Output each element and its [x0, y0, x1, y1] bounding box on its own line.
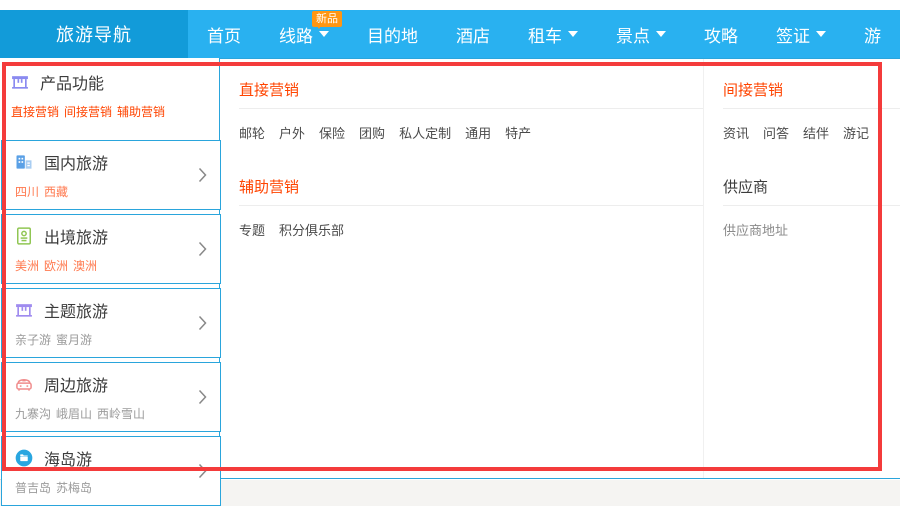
menu-link[interactable]: 问答 — [763, 123, 789, 142]
menu-link[interactable]: 游记 — [843, 123, 869, 142]
car-icon — [14, 374, 34, 394]
sidebar-sublink[interactable]: 亲子游 — [15, 331, 51, 348]
nav-item-label: 酒店 — [456, 22, 490, 47]
sidebar-sublink[interactable]: 西岭雪山 — [97, 405, 145, 422]
nav-item-label: 游 — [864, 22, 881, 47]
menu-link[interactable]: 结伴 — [803, 123, 829, 142]
chevron-right-icon — [198, 464, 207, 479]
section-indirect-marketing: 间接营销 资讯 问答 结伴 游记 — [723, 79, 900, 142]
section-links: 资讯 问答 结伴 游记 — [723, 109, 900, 142]
sidebar-item-title: 海岛游 — [44, 446, 92, 470]
brand-title: 旅游导航 — [0, 10, 188, 58]
menu-link[interactable]: 供应商地址 — [723, 220, 788, 239]
caret-down-icon — [816, 31, 826, 37]
nav-item-label: 景点 — [616, 22, 650, 47]
mega-menu-panel: 直接营销 邮轮 户外 保险 团购 私人定制 通用 特产 辅助营销 专题 积分俱乐… — [219, 58, 900, 479]
sidebar-sublink[interactable]: 间接营销 — [64, 103, 112, 120]
nav-menu: 首页 线路 新品 目的地 酒店 租车 景点 攻略 签证 游 — [188, 10, 900, 58]
chevron-right-icon — [198, 390, 207, 405]
bridge-icon — [10, 72, 30, 92]
nav-item-hotels[interactable]: 酒店 — [437, 10, 509, 58]
nav-item-label: 目的地 — [367, 22, 418, 47]
nav-item-car-rental[interactable]: 租车 — [509, 10, 597, 58]
nav-item-label: 线路 — [279, 22, 313, 47]
nav-item-guides[interactable]: 攻略 — [685, 10, 757, 58]
sidebar-sublinks: 直接营销 间接营销 辅助营销 — [10, 103, 219, 120]
arch-gate-icon — [14, 300, 34, 320]
section-links: 供应商地址 — [723, 206, 900, 239]
section-links: 邮轮 户外 保险 团购 私人定制 通用 特产 — [239, 109, 703, 142]
sidebar-item-domestic-travel[interactable]: 国内旅游 四川 西藏 — [1, 140, 221, 210]
sidebar-sublink[interactable]: 四川 — [15, 183, 39, 200]
sidebar-sublink[interactable]: 九寨沟 — [15, 405, 51, 422]
menu-link[interactable]: 邮轮 — [239, 123, 265, 142]
section-title: 间接营销 — [723, 79, 900, 109]
sidebar-sublinks: 四川 西藏 — [14, 183, 220, 200]
section-title: 直接营销 — [239, 79, 703, 109]
nav-item-label: 攻略 — [704, 22, 738, 47]
menu-link[interactable]: 积分俱乐部 — [279, 220, 344, 239]
buildings-icon — [14, 152, 34, 172]
nav-item-home[interactable]: 首页 — [188, 10, 260, 58]
sidebar-sublinks: 普吉岛 苏梅岛 — [14, 479, 220, 496]
passport-icon — [14, 226, 34, 246]
caret-down-icon — [568, 31, 578, 37]
panel-left-column: 直接营销 邮轮 户外 保险 团购 私人定制 通用 特产 辅助营销 专题 积分俱乐… — [220, 59, 704, 478]
menu-link[interactable]: 资讯 — [723, 123, 749, 142]
new-badge: 新品 — [312, 11, 342, 27]
caret-down-icon — [656, 31, 666, 37]
sidebar-item-nearby-travel[interactable]: 周边旅游 九寨沟 峨眉山 西岭雪山 — [1, 362, 221, 432]
menu-link[interactable]: 户外 — [279, 123, 305, 142]
panel-right-column: 间接营销 资讯 问答 结伴 游记 供应商 供应商地址 — [704, 59, 900, 478]
category-sidebar: 产品功能 直接营销 间接营销 辅助营销 国内旅游 — [0, 58, 219, 480]
section-auxiliary-marketing: 辅助营销 专题 积分俱乐部 — [239, 176, 703, 239]
sidebar-sublink[interactable]: 欧洲 — [44, 257, 68, 274]
sidebar-item-title: 国内旅游 — [44, 150, 108, 174]
sidebar-sublink[interactable]: 辅助营销 — [117, 103, 165, 120]
section-title: 供应商 — [723, 176, 900, 206]
menu-link[interactable]: 保险 — [319, 123, 345, 142]
menu-link[interactable]: 特产 — [505, 123, 531, 142]
sidebar-sublink[interactable]: 澳洲 — [73, 257, 97, 274]
sidebar-sublink[interactable]: 苏梅岛 — [56, 479, 92, 496]
section-links: 专题 积分俱乐部 — [239, 206, 703, 239]
sidebar-item-island-travel[interactable]: 海岛游 普吉岛 苏梅岛 — [1, 436, 221, 506]
menu-link[interactable]: 通用 — [465, 123, 491, 142]
menu-link[interactable]: 专题 — [239, 220, 265, 239]
menu-link[interactable]: 团购 — [359, 123, 385, 142]
sidebar-item-title: 产品功能 — [40, 70, 104, 94]
sidebar-item-theme-travel[interactable]: 主题旅游 亲子游 蜜月游 — [1, 288, 221, 358]
nav-item-label: 签证 — [776, 22, 810, 47]
sidebar-sublink[interactable]: 峨眉山 — [56, 405, 92, 422]
sidebar-item-title: 周边旅游 — [44, 372, 108, 396]
sidebar-sublinks: 九寨沟 峨眉山 西岭雪山 — [14, 405, 220, 422]
nav-item-label: 租车 — [528, 22, 562, 47]
nav-item-attractions[interactable]: 景点 — [597, 10, 685, 58]
sidebar-sublink[interactable]: 普吉岛 — [15, 479, 51, 496]
sidebar-item-title: 出境旅游 — [44, 224, 108, 248]
nav-item-visa[interactable]: 签证 — [757, 10, 845, 58]
menu-link[interactable]: 私人定制 — [399, 123, 451, 142]
sidebar-item-outbound-travel[interactable]: 出境旅游 美洲 欧洲 澳洲 — [1, 214, 221, 284]
island-folder-icon — [14, 448, 34, 468]
nav-item-label: 首页 — [207, 22, 241, 47]
top-navbar: 旅游导航 首页 线路 新品 目的地 酒店 租车 景点 攻略 签证 — [0, 10, 900, 58]
section-direct-marketing: 直接营销 邮轮 户外 保险 团购 私人定制 通用 特产 — [239, 79, 703, 142]
sidebar-sublink[interactable]: 蜜月游 — [56, 331, 92, 348]
sidebar-sublink[interactable]: 西藏 — [44, 183, 68, 200]
sidebar-sublinks: 亲子游 蜜月游 — [14, 331, 220, 348]
sidebar-sublink[interactable]: 直接营销 — [11, 103, 59, 120]
sidebar-sublink[interactable]: 美洲 — [15, 257, 39, 274]
sidebar-sublinks: 美洲 欧洲 澳洲 — [14, 257, 220, 274]
section-title: 辅助营销 — [239, 176, 703, 206]
sidebar-item-title: 主题旅游 — [44, 298, 108, 322]
nav-item-destinations[interactable]: 目的地 — [348, 10, 437, 58]
chevron-right-icon — [198, 316, 207, 331]
sidebar-item-product-features[interactable]: 产品功能 直接营销 间接营销 辅助营销 — [0, 58, 219, 136]
nav-item-routes[interactable]: 线路 新品 — [260, 10, 348, 58]
chevron-right-icon — [198, 242, 207, 257]
chevron-right-icon — [198, 168, 207, 183]
section-supplier: 供应商 供应商地址 — [723, 176, 900, 239]
nav-item-clipped[interactable]: 游 — [845, 10, 900, 58]
